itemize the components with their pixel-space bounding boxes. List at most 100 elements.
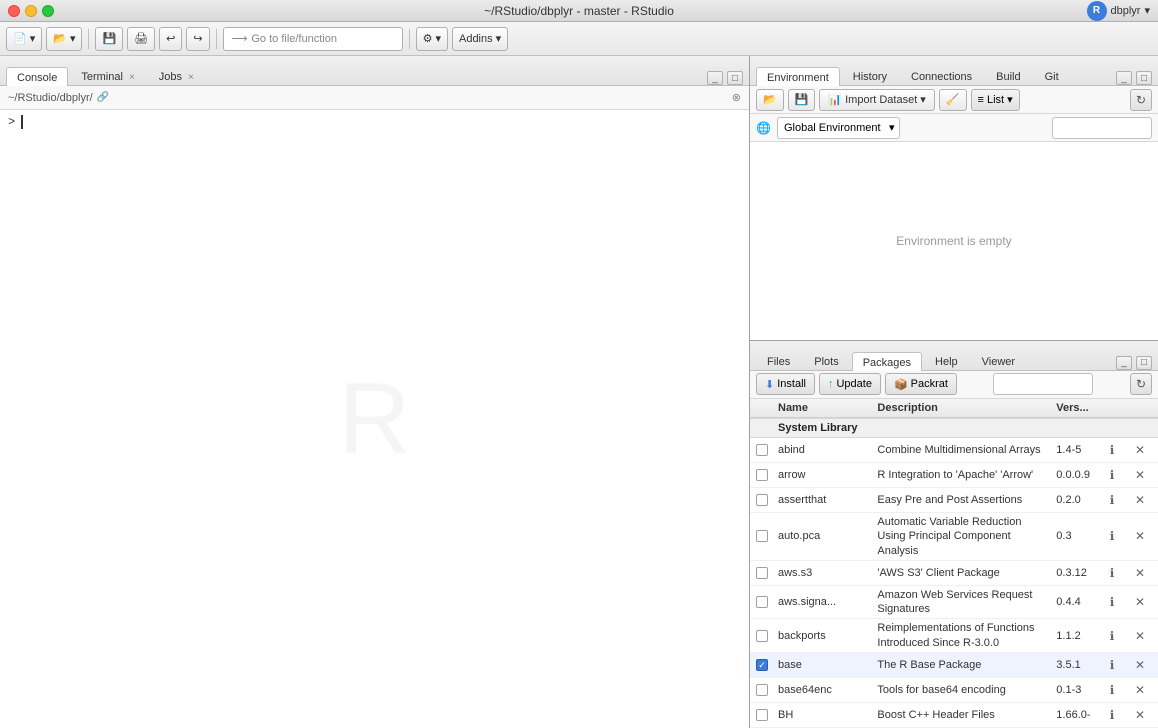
tab-plots[interactable]: Plots	[803, 351, 849, 370]
env-clear-button[interactable]: 🧹	[939, 89, 967, 111]
pkg-checkbox-8[interactable]	[756, 684, 768, 696]
pkg-name-7[interactable]: base	[774, 659, 873, 671]
pkg-delete-btn-6[interactable]: ✕	[1130, 626, 1150, 646]
pkg-search-input[interactable]	[993, 373, 1093, 395]
pkg-checkbox-7[interactable]	[756, 659, 768, 671]
project-badge[interactable]: R dbplyr ▾	[1087, 1, 1151, 21]
env-refresh-button[interactable]: ↻	[1130, 89, 1152, 111]
pkg-name-2[interactable]: assertthat	[774, 494, 873, 506]
import-dataset-button[interactable]: 📊 Import Dataset ▾	[819, 89, 934, 111]
maximize-button[interactable]	[42, 5, 54, 17]
pkg-delete-btn-7[interactable]: ✕	[1130, 655, 1150, 675]
pkg-name-0[interactable]: abind	[774, 444, 873, 456]
packrat-button[interactable]: 📦 Packrat	[885, 373, 957, 395]
list-button[interactable]: ≡ List ▾	[971, 89, 1020, 111]
global-env-dropdown[interactable]: Global Environment ▾	[777, 117, 900, 139]
pkg-checkbox-6[interactable]	[756, 630, 768, 642]
project-dropdown-icon[interactable]: ▾	[1144, 4, 1150, 17]
console-area[interactable]: R >	[0, 110, 749, 728]
pkg-name-8[interactable]: base64enc	[774, 684, 873, 696]
left-panel-minimize[interactable]: _	[707, 71, 723, 85]
tab-history[interactable]: History	[842, 66, 898, 85]
tools-button[interactable]: ⚙ ▾	[416, 27, 448, 51]
tab-build[interactable]: Build	[985, 66, 1031, 85]
pkg-delete-btn-2[interactable]: ✕	[1130, 490, 1150, 510]
env-panel-maximize[interactable]: □	[1136, 71, 1152, 85]
open-file-button[interactable]: 📂 ▾	[46, 27, 82, 51]
tab-git[interactable]: Git	[1034, 66, 1070, 85]
console-clear-icon[interactable]: ⊗	[732, 91, 741, 104]
pkg-delete-btn-9[interactable]: ✕	[1130, 705, 1150, 725]
window-controls[interactable]	[8, 5, 54, 17]
env-save-button[interactable]: 💾	[788, 89, 816, 111]
pkg-checkbox-1[interactable]	[756, 469, 768, 481]
pkg-delete-btn-0[interactable]: ✕	[1130, 440, 1150, 460]
install-button[interactable]: ⬇ Install	[756, 373, 815, 395]
pkg-check-9[interactable]	[750, 709, 774, 721]
pkg-delete-btn-5[interactable]: ✕	[1130, 592, 1150, 612]
tab-console[interactable]: Console	[6, 67, 68, 86]
tab-terminal[interactable]: Terminal ×	[70, 66, 145, 85]
pkg-info-btn-1[interactable]: ℹ	[1102, 465, 1122, 485]
pkg-info-btn-7[interactable]: ℹ	[1102, 655, 1122, 675]
pkg-info-btn-0[interactable]: ℹ	[1102, 440, 1122, 460]
pkg-name-1[interactable]: arrow	[774, 469, 873, 481]
print-button[interactable]: 🖨	[127, 27, 155, 51]
pkg-name-4[interactable]: aws.s3	[774, 567, 873, 579]
env-open-button[interactable]: 📂	[756, 89, 784, 111]
pkg-info-btn-5[interactable]: ℹ	[1102, 592, 1122, 612]
pkg-refresh-button[interactable]: ↻	[1130, 373, 1152, 395]
minimize-button[interactable]	[25, 5, 37, 17]
pkg-check-6[interactable]	[750, 630, 774, 642]
env-panel-minimize[interactable]: _	[1116, 71, 1132, 85]
pkg-info-btn-4[interactable]: ℹ	[1102, 563, 1122, 583]
pkg-name-5[interactable]: aws.signa...	[774, 596, 873, 608]
pkg-panel-minimize[interactable]: _	[1116, 356, 1132, 370]
pkg-info-btn-9[interactable]: ℹ	[1102, 705, 1122, 725]
addins-button[interactable]: Addins ▾	[452, 27, 508, 51]
pkg-check-1[interactable]	[750, 469, 774, 481]
new-file-button[interactable]: 📄 ▾	[6, 27, 42, 51]
pkg-checkbox-2[interactable]	[756, 494, 768, 506]
pkg-name-9[interactable]: BH	[774, 709, 873, 721]
pkg-name-6[interactable]: backports	[774, 630, 873, 642]
tab-connections[interactable]: Connections	[900, 66, 983, 85]
pkg-check-5[interactable]	[750, 596, 774, 608]
pkg-checkbox-5[interactable]	[756, 596, 768, 608]
pkg-check-0[interactable]	[750, 444, 774, 456]
pkg-check-2[interactable]	[750, 494, 774, 506]
pkg-check-7[interactable]	[750, 659, 774, 671]
tab-jobs[interactable]: Jobs ×	[148, 66, 205, 85]
pkg-name-3[interactable]: auto.pca	[774, 530, 873, 542]
pkg-delete-btn-8[interactable]: ✕	[1130, 680, 1150, 700]
pkg-panel-maximize[interactable]: □	[1136, 356, 1152, 370]
pkg-delete-btn-1[interactable]: ✕	[1130, 465, 1150, 485]
pkg-checkbox-0[interactable]	[756, 444, 768, 456]
pkg-checkbox-3[interactable]	[756, 530, 768, 542]
pkg-info-btn-6[interactable]: ℹ	[1102, 626, 1122, 646]
tab-terminal-close[interactable]: ×	[129, 72, 135, 83]
tab-files[interactable]: Files	[756, 351, 801, 370]
tab-packages[interactable]: Packages	[852, 352, 922, 371]
redo-button[interactable]: ↪	[186, 27, 209, 51]
tab-viewer[interactable]: Viewer	[971, 351, 1026, 370]
pkg-info-btn-8[interactable]: ℹ	[1102, 680, 1122, 700]
tab-help[interactable]: Help	[924, 351, 969, 370]
close-button[interactable]	[8, 5, 20, 17]
pkg-check-4[interactable]	[750, 567, 774, 579]
pkg-delete-btn-4[interactable]: ✕	[1130, 563, 1150, 583]
left-panel-maximize[interactable]: □	[727, 71, 743, 85]
pkg-info-btn-2[interactable]: ℹ	[1102, 490, 1122, 510]
pkg-check-3[interactable]	[750, 530, 774, 542]
pkg-info-btn-3[interactable]: ℹ	[1102, 526, 1122, 546]
pkg-check-8[interactable]	[750, 684, 774, 696]
env-search-input[interactable]	[1052, 117, 1152, 139]
tab-jobs-close[interactable]: ×	[188, 72, 194, 83]
go-to-file-container[interactable]: ⟶ Go to file/function	[223, 27, 403, 51]
update-button[interactable]: ↑ Update	[819, 373, 881, 395]
pkg-delete-btn-3[interactable]: ✕	[1130, 526, 1150, 546]
tab-environment[interactable]: Environment	[756, 67, 840, 86]
pkg-checkbox-4[interactable]	[756, 567, 768, 579]
pkg-checkbox-9[interactable]	[756, 709, 768, 721]
save-button[interactable]: 💾	[95, 27, 123, 51]
